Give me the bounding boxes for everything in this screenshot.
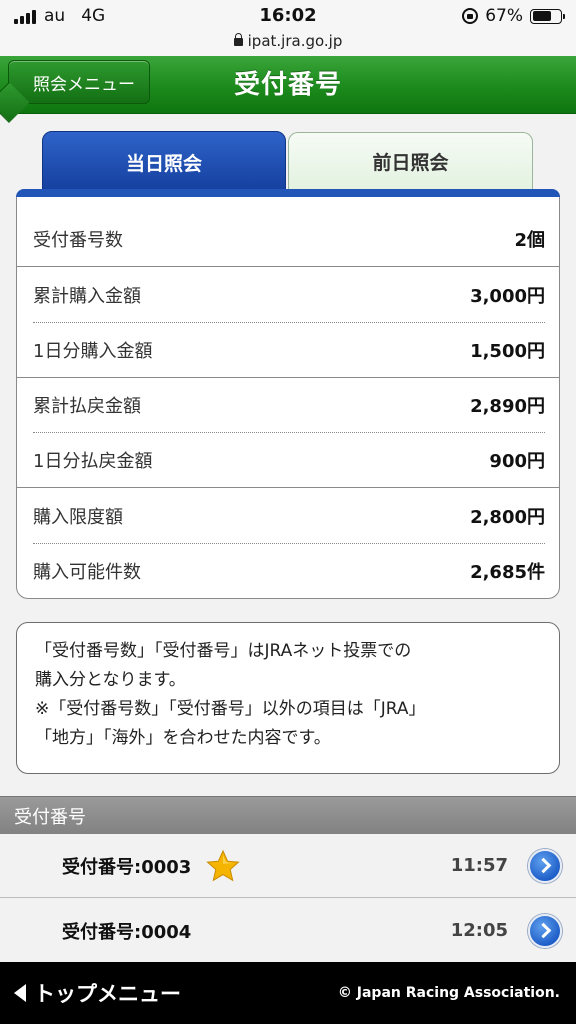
url-bar[interactable]: ipat.jra.go.jp [0, 32, 576, 56]
row-value: 2個 [514, 229, 545, 251]
battery-icon [530, 8, 565, 24]
table-row: 購入限度額 2,800円 [17, 488, 559, 543]
notice-line: ※「受付番号数」「受付番号」以外の項目は「JRA」 [35, 699, 426, 719]
row-value: 2,890円 [470, 395, 545, 417]
summary-table: 受付番号数 2個 累計購入金額 3,000円 1日分購入金額 1,500円 累計… [16, 197, 560, 599]
table-row: 1日分購入金額 1,500円 [17, 322, 559, 377]
row-label: 1日分購入金額 [33, 340, 153, 362]
rotation-lock-icon [462, 8, 479, 24]
receipt-number: 受付番号:0003 [62, 856, 192, 878]
receipt-time: 12:05 [450, 920, 508, 941]
row-label: 1日分払戻金額 [33, 450, 153, 472]
chevron-right-icon[interactable] [528, 913, 562, 948]
top-menu-label: トップメニュー [34, 982, 181, 1006]
list-item[interactable]: 受付番号:0004 12:05 [0, 899, 576, 963]
table-row: 受付番号数 2個 [17, 211, 559, 266]
row-value: 1,500円 [470, 340, 545, 362]
notice-box: 「受付番号数」「受付番号」はJRAネット投票での 購入分となります。 ※「受付番… [16, 622, 560, 774]
receipt-time: 11:57 [450, 855, 508, 876]
row-label: 購入可能件数 [33, 561, 141, 583]
app-header: 照会メニュー 受付番号 [0, 56, 576, 114]
battery-percent: 67% [485, 6, 523, 26]
row-label: 受付番号数 [33, 229, 123, 251]
notice-line: 「地方」「海外」を合わせた内容です。 [35, 728, 331, 748]
row-label: 累計払戻金額 [33, 395, 141, 417]
list-item[interactable]: 受付番号:0003 11:57 [0, 834, 576, 898]
table-row: 累計払戻金額 2,890円 [17, 377, 559, 432]
star-icon [206, 849, 240, 881]
inquiry-tabs: 当日照会 前日照会 [16, 131, 560, 193]
chevron-right-icon[interactable] [528, 848, 562, 883]
triangle-left-icon [14, 984, 26, 1002]
notice-line: 「受付番号数」「受付番号」はJRAネット投票での [35, 641, 412, 661]
table-row: 1日分払戻金額 900円 [17, 432, 559, 487]
top-menu-button[interactable]: トップメニュー [14, 962, 181, 1024]
lock-icon [233, 33, 243, 46]
receipt-number: 受付番号:0004 [62, 921, 192, 943]
copyright: © Japan Racing Association. [337, 985, 560, 1001]
notice-line: 購入分となります。 [35, 670, 186, 690]
table-row: 累計購入金額 3,000円 [17, 267, 559, 322]
row-value: 3,000円 [470, 285, 545, 307]
back-button-label: 照会メニュー [33, 74, 135, 95]
footer-bar: トップメニュー © Japan Racing Association. [0, 962, 576, 1024]
status-bar: au 4G 16:02 67% [0, 0, 576, 32]
tab-today[interactable]: 当日照会 [42, 131, 286, 193]
section-header: 受付番号 [0, 796, 576, 834]
tab-previous-day[interactable]: 前日照会 [288, 132, 533, 189]
row-label: 購入限度額 [33, 506, 123, 528]
table-row: 購入可能件数 2,685件 [17, 543, 559, 598]
row-label: 累計購入金額 [33, 285, 141, 307]
row-value: 900円 [489, 450, 545, 472]
row-value: 2,800円 [470, 506, 545, 528]
url-text: ipat.jra.go.jp [247, 32, 343, 50]
row-value: 2,685件 [470, 561, 545, 583]
